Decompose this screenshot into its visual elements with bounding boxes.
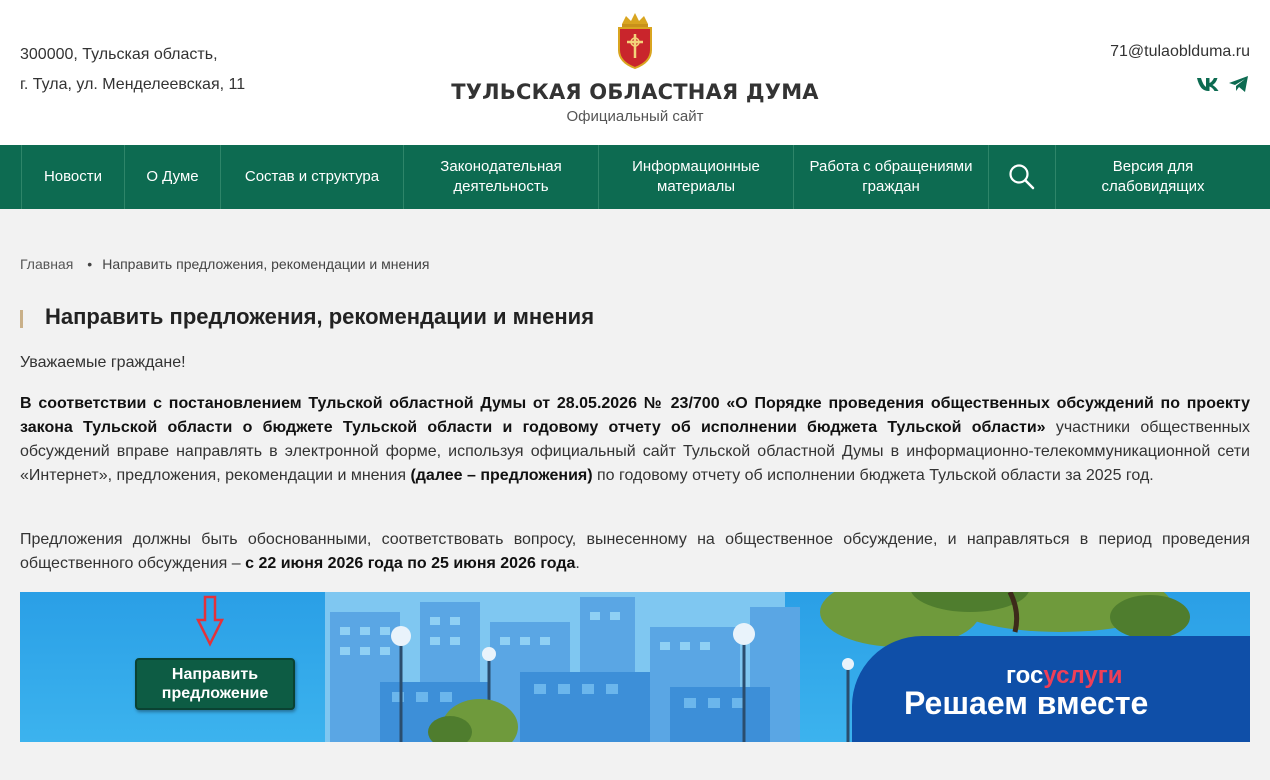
email-link[interactable]: 71@tulaoblduma.ru	[1110, 43, 1250, 61]
banner-slogan: Решаем вместе	[904, 685, 1149, 721]
page-title: Направить предложения, рекомендации и мн…	[45, 304, 595, 329]
nav-news[interactable]: Новости	[21, 145, 125, 209]
intro-text-end: по годовому отчету об исполнении бюджета…	[592, 467, 1154, 484]
period-dates: с 22 июня 2026 года по 25 июня 2026 года	[245, 555, 576, 572]
breadcrumb-current: Направить предложения, рекомендации и мн…	[102, 256, 430, 272]
intro-paragraph: В соответствии с постановлением Тульской…	[20, 392, 1250, 488]
gosuslugi-banner[interactable]: Направить предложение госуслуги Решаем вм…	[20, 592, 1250, 742]
abbreviation-note: (далее – предложения)	[410, 467, 593, 484]
breadcrumb-home[interactable]: Главная	[20, 256, 73, 272]
address-line-1: 300000, Тульская область,	[20, 46, 218, 63]
period-text: Предложения должны быть обоснованными, с…	[20, 531, 1250, 572]
main-nav: Новости О Думе Состав и структура Законо…	[0, 145, 1270, 209]
nav-legislation[interactable]: Законодательная деятельность	[404, 145, 599, 209]
site-header: 300000, Тульская область, г. Тула, ул. М…	[0, 0, 1270, 145]
coat-of-arms-icon[interactable]	[614, 10, 656, 70]
nav-accessibility[interactable]: Версия для слабовидящих	[1056, 145, 1250, 209]
nav-about[interactable]: О Думе	[125, 145, 221, 209]
nav-search[interactable]	[989, 145, 1056, 209]
title-accent-bar	[20, 310, 23, 328]
breadcrumb-separator: •	[87, 256, 93, 272]
site-title[interactable]: ТУЛЬСКАЯ ОБЛАСТНАЯ ДУМА	[0, 80, 1270, 104]
nav-composition[interactable]: Состав и структура	[221, 145, 404, 209]
send-proposal-button[interactable]: Направить предложение	[135, 658, 295, 710]
period-end: .	[575, 555, 580, 572]
nav-appeals[interactable]: Работа с обращениями граждан	[794, 145, 989, 209]
breadcrumb: Главная • Направить предложения, рекоменда…	[20, 256, 429, 272]
social-links	[1196, 74, 1250, 99]
search-icon	[1009, 164, 1035, 190]
greeting: Уважаемые граждане!	[20, 354, 186, 371]
telegram-icon[interactable]	[1228, 74, 1250, 99]
nav-info-materials[interactable]: Информационные материалы	[599, 145, 794, 209]
site-subtitle: Официальный сайт	[566, 108, 704, 125]
period-paragraph: Предложения должны быть обоснованными, с…	[20, 528, 1250, 576]
vk-icon[interactable]	[1196, 74, 1222, 99]
